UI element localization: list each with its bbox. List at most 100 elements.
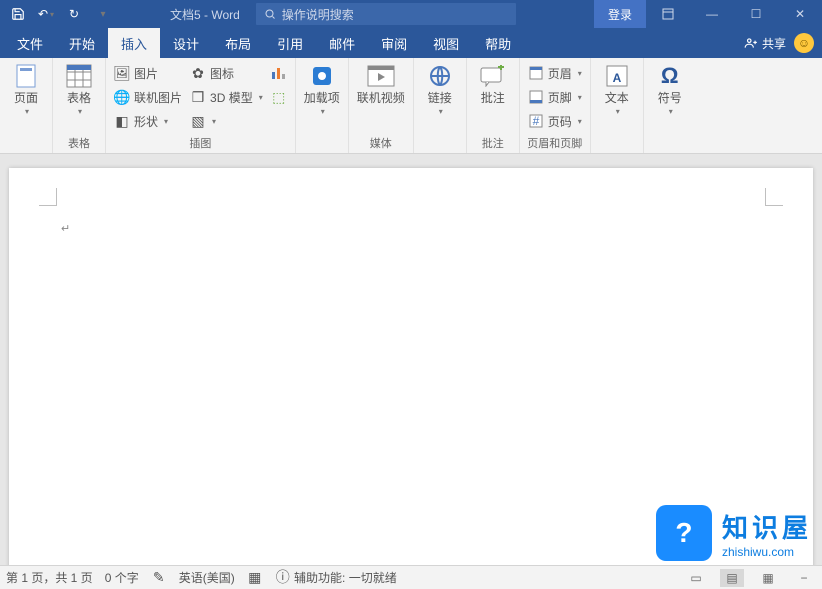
ribbon-tabs: 文件 开始 插入 设计 布局 引用 邮件 审阅 视图 帮助 共享 ☺: [0, 28, 822, 58]
document-canvas[interactable]: ↵: [0, 154, 822, 565]
feedback-button[interactable]: ☺: [794, 33, 814, 53]
macro-icon[interactable]: ▦: [247, 570, 263, 586]
share-icon: [744, 36, 758, 50]
chevron-down-icon: ▾: [439, 107, 443, 116]
group-comments: 批注 批注: [467, 58, 520, 153]
cover-page-label: 页面: [14, 92, 38, 105]
view-read-button[interactable]: ▭: [684, 569, 708, 587]
link-button[interactable]: 链接 ▾: [420, 62, 460, 116]
share-label: 共享: [762, 35, 786, 52]
cube-icon: ❒: [190, 89, 206, 105]
comment-label: 批注: [481, 92, 505, 105]
margin-corner-tr: [765, 188, 783, 206]
shapes-button[interactable]: ◧形状▾: [112, 110, 184, 132]
header-icon: [528, 65, 544, 81]
smartart-button[interactable]: ⬚: [269, 86, 289, 108]
chart-button[interactable]: [269, 62, 289, 84]
tab-mail[interactable]: 邮件: [316, 28, 368, 58]
cover-page-button[interactable]: 页面 ▾: [6, 62, 46, 116]
symbol-button[interactable]: Ω 符号 ▾: [650, 62, 690, 116]
qat-more-button[interactable]: ▾: [90, 2, 114, 26]
text-label: 文本: [605, 92, 629, 105]
status-bar: 第 1 页，共 1 页 0 个字 ✎ 英语(美国) ▦ ⓘ 辅助功能: 一切就绪…: [0, 565, 822, 589]
chevron-down-icon: ▾: [25, 107, 29, 116]
tab-design[interactable]: 设计: [160, 28, 212, 58]
tab-file[interactable]: 文件: [4, 28, 56, 58]
margin-corner-tl: [39, 188, 57, 206]
group-comments-label: 批注: [473, 133, 513, 151]
group-pages: 页面 ▾: [0, 58, 53, 153]
status-language[interactable]: 英语(美国): [179, 569, 235, 586]
save-button[interactable]: [6, 2, 30, 26]
undo-button[interactable]: ↶▾: [34, 2, 58, 26]
group-text-label: [597, 137, 637, 151]
ribbon-display-button[interactable]: [646, 0, 690, 28]
tab-review[interactable]: 审阅: [368, 28, 420, 58]
online-picture-icon: 🌐: [114, 89, 130, 105]
search-icon: [264, 8, 276, 20]
tab-layout[interactable]: 布局: [212, 28, 264, 58]
paragraph-mark: ↵: [61, 222, 70, 235]
maximize-button[interactable]: ☐: [734, 0, 778, 28]
group-addins: 加载项 ▾: [296, 58, 349, 153]
chevron-down-icon: ▾: [78, 107, 82, 116]
comment-button[interactable]: 批注: [473, 62, 513, 105]
group-links-label: [420, 137, 460, 151]
addins-button[interactable]: 加载项 ▾: [302, 62, 342, 116]
footer-icon: [528, 89, 544, 105]
group-text: A 文本 ▾: [591, 58, 644, 153]
icons-icon: ✿: [190, 65, 206, 81]
footer-button[interactable]: 页脚▾: [526, 86, 584, 108]
title-bar: ↶▾ ↻ ▾ 文档5 - Word 操作说明搜索 登录 — ☐ ✕: [0, 0, 822, 28]
online-picture-button[interactable]: 🌐联机图片: [112, 86, 184, 108]
share-button[interactable]: 共享: [744, 35, 786, 52]
textbox-icon: A: [603, 62, 631, 90]
svg-text:#: #: [532, 114, 539, 128]
spellcheck-icon[interactable]: ✎: [151, 570, 167, 586]
login-button[interactable]: 登录: [594, 0, 646, 28]
minimize-button[interactable]: —: [690, 0, 734, 28]
group-header-footer: 页眉▾ 页脚▾ #页码▾ 页眉和页脚: [520, 58, 591, 153]
header-button[interactable]: 页眉▾: [526, 62, 584, 84]
online-video-button[interactable]: 联机视频: [355, 62, 407, 105]
page-number-button[interactable]: #页码▾: [526, 110, 584, 132]
tab-home[interactable]: 开始: [56, 28, 108, 58]
page-icon: [12, 62, 40, 90]
status-words[interactable]: 0 个字: [105, 569, 139, 586]
ribbon: 页面 ▾ 表格 ▾ 表格 🖼图片 🌐联机图片 ◧形状▾ ✿图标 ❒3D: [0, 58, 822, 154]
chart-icon: [271, 65, 287, 81]
smartart-icon: ⬚: [271, 89, 287, 105]
titlebar-right: 登录 — ☐ ✕: [594, 0, 822, 28]
chevron-down-icon: ▾: [616, 107, 620, 116]
table-button[interactable]: 表格 ▾: [59, 62, 99, 116]
view-web-button[interactable]: ▦: [756, 569, 780, 587]
tab-help[interactable]: 帮助: [472, 28, 524, 58]
group-pages-label: [6, 137, 46, 151]
picture-button[interactable]: 🖼图片: [112, 62, 184, 84]
redo-button[interactable]: ↻: [62, 2, 86, 26]
tab-view[interactable]: 视图: [420, 28, 472, 58]
group-header-footer-label: 页眉和页脚: [526, 133, 584, 151]
group-media: 联机视频 媒体: [349, 58, 414, 153]
tell-me-search[interactable]: 操作说明搜索: [256, 3, 516, 25]
status-accessibility[interactable]: ⓘ 辅助功能: 一切就绪: [275, 569, 397, 586]
svg-text:A: A: [612, 71, 621, 85]
table-label: 表格: [67, 92, 91, 105]
group-tables-label: 表格: [59, 133, 99, 151]
quick-access-toolbar: ↶▾ ↻ ▾: [0, 2, 120, 26]
close-button[interactable]: ✕: [778, 0, 822, 28]
text-button[interactable]: A 文本 ▾: [597, 62, 637, 116]
model3d-button[interactable]: ❒3D 模型▾: [188, 86, 265, 108]
tab-insert[interactable]: 插入: [108, 28, 160, 58]
screenshot-button[interactable]: ▧▾: [188, 110, 265, 132]
view-print-button[interactable]: ▤: [720, 569, 744, 587]
zoom-out-button[interactable]: −: [792, 569, 816, 587]
accessibility-icon: ⓘ: [275, 569, 291, 585]
group-illustrations: 🖼图片 🌐联机图片 ◧形状▾ ✿图标 ❒3D 模型▾ ▧▾ ⬚ 插图: [106, 58, 296, 153]
page[interactable]: ↵: [9, 168, 813, 565]
status-page[interactable]: 第 1 页，共 1 页: [6, 569, 93, 586]
icons-button[interactable]: ✿图标: [188, 62, 265, 84]
chevron-down-icon: ▾: [669, 107, 673, 116]
tab-reference[interactable]: 引用: [264, 28, 316, 58]
search-placeholder: 操作说明搜索: [282, 6, 354, 23]
